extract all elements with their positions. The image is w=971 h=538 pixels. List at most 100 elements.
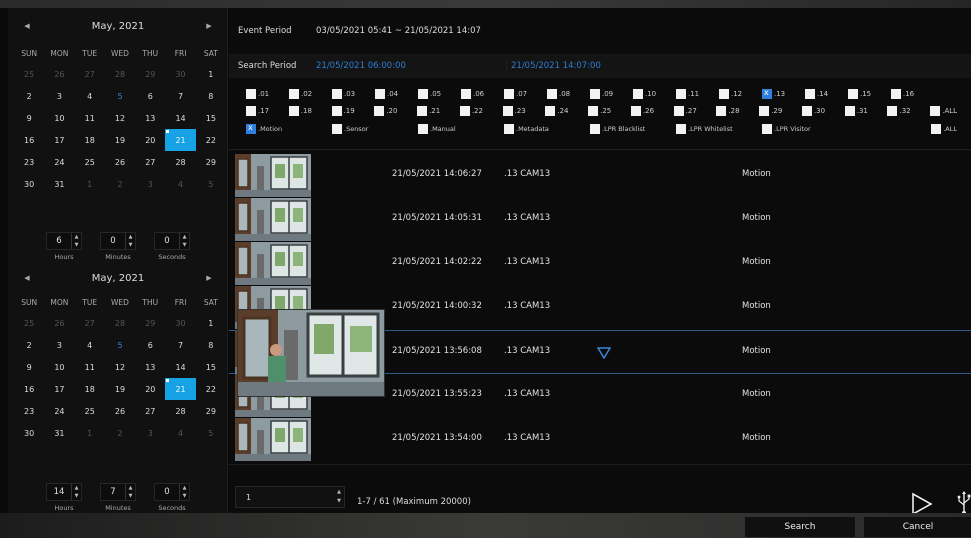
start-seconds-value[interactable]: 0 xyxy=(155,236,179,246)
calendar-day[interactable]: 5 xyxy=(105,85,135,107)
page-number-value[interactable]: 1 xyxy=(246,493,344,502)
calendar-day[interactable]: 29 xyxy=(196,151,226,173)
end-hours-value[interactable]: 14 xyxy=(47,487,71,497)
start-hours-spinner[interactable]: 6 ▲ ▼ Hours xyxy=(46,232,82,261)
camera-checkbox[interactable]: .16 xyxy=(891,88,934,99)
calendar-day[interactable]: 27 xyxy=(135,151,165,173)
calendar-day[interactable]: 25 xyxy=(14,63,44,85)
calendar-day[interactable]: 25 xyxy=(75,400,105,422)
calendar-day[interactable]: 14 xyxy=(165,356,195,378)
camera-checkbox[interactable]: .02 xyxy=(289,88,332,99)
calendar-day[interactable]: 1 xyxy=(75,422,105,444)
camera-checkbox[interactable]: .20 xyxy=(374,105,417,116)
calendar-day[interactable]: 5 xyxy=(196,173,226,195)
calendar-day[interactable]: 2 xyxy=(105,422,135,444)
end-hours-spinner[interactable]: 14 ▲ ▼ Hours xyxy=(46,483,82,512)
calendar-day[interactable]: 10 xyxy=(44,107,74,129)
camera-checkbox[interactable]: .23 xyxy=(502,105,546,116)
checkbox-icon[interactable] xyxy=(246,105,256,116)
search-period-end[interactable]: 21/05/2021 14:07:00 xyxy=(506,61,601,71)
calendar-day[interactable]: 13 xyxy=(135,107,165,129)
end-minutes-value[interactable]: 7 xyxy=(101,487,125,497)
calendar-day[interactable]: 4 xyxy=(165,173,195,195)
end-minutes-spinner[interactable]: 7 ▲ ▼ Minutes xyxy=(100,483,136,512)
calendar-day[interactable]: 22 xyxy=(196,129,226,151)
start-hours-value[interactable]: 6 xyxy=(47,236,71,246)
calendar-end-next-icon[interactable]: ▶ xyxy=(202,274,216,282)
calendar-day[interactable]: 15 xyxy=(196,356,226,378)
camera-checkbox[interactable]: .01 xyxy=(246,88,289,99)
calendar-day[interactable]: 3 xyxy=(44,334,74,356)
checkbox-icon[interactable] xyxy=(418,124,428,134)
spin-down-icon[interactable]: ▼ xyxy=(333,497,345,506)
calendar-day[interactable]: 19 xyxy=(105,378,135,400)
event-type-checkbox[interactable]: .LPR Visitor xyxy=(762,124,848,134)
spin-up-icon[interactable]: ▲ xyxy=(126,484,135,492)
calendar-day[interactable]: 2 xyxy=(14,334,44,356)
spin-up-icon[interactable]: ▲ xyxy=(72,484,81,492)
checkbox-icon[interactable] xyxy=(374,105,385,116)
calendar-day[interactable]: 1 xyxy=(196,63,226,85)
result-thumbnail[interactable] xyxy=(235,198,311,241)
calendar-day[interactable]: 28 xyxy=(165,151,195,173)
cancel-button[interactable]: Cancel xyxy=(864,517,971,537)
calendar-day[interactable]: 26 xyxy=(105,400,135,422)
checkbox-icon[interactable] xyxy=(762,124,772,134)
calendar-start-next-icon[interactable]: ▶ xyxy=(202,22,216,30)
camera-checkbox[interactable]: .25 xyxy=(588,105,631,116)
camera-checkbox[interactable]: .04 xyxy=(375,88,418,99)
camera-checkbox[interactable]: .08 xyxy=(547,88,590,99)
checkbox-icon[interactable] xyxy=(801,105,812,116)
camera-checkbox[interactable]: .30 xyxy=(801,105,845,116)
camera-checkbox[interactable]: .10 xyxy=(633,88,676,99)
camera-checkbox[interactable]: .13 xyxy=(762,88,805,99)
calendar-day[interactable]: 30 xyxy=(14,173,44,195)
event-type-checkbox[interactable]: .Metadata xyxy=(504,124,590,134)
calendar-day[interactable]: 24 xyxy=(44,400,74,422)
checkbox-icon[interactable] xyxy=(504,88,514,99)
result-thumbnail[interactable] xyxy=(235,242,311,285)
camera-checkbox[interactable]: .26 xyxy=(630,105,674,116)
result-thumbnail[interactable] xyxy=(235,154,311,197)
camera-checkbox[interactable]: .22 xyxy=(459,105,503,116)
calendar-day[interactable]: 17 xyxy=(44,129,74,151)
event-type-checkbox[interactable]: .Motion xyxy=(246,123,332,134)
calendar-day[interactable]: 29 xyxy=(135,63,165,85)
calendar-day[interactable]: 10 xyxy=(44,356,74,378)
spin-up-icon[interactable]: ▲ xyxy=(180,484,189,492)
checkbox-icon[interactable] xyxy=(805,88,815,99)
page-spinner[interactable]: ▲ ▼ xyxy=(333,486,345,508)
camera-checkbox[interactable]: .32 xyxy=(887,105,930,116)
calendar-day[interactable]: 2 xyxy=(105,173,135,195)
calendar-day[interactable]: 3 xyxy=(44,85,74,107)
camera-checkbox[interactable]: .06 xyxy=(461,88,504,99)
calendar-day[interactable]: 11 xyxy=(75,107,105,129)
calendar-day[interactable]: 23 xyxy=(14,400,44,422)
calendar-day[interactable]: 26 xyxy=(44,312,74,334)
calendar-day[interactable]: 7 xyxy=(165,85,195,107)
checkbox-icon[interactable] xyxy=(331,105,342,116)
calendar-day[interactable]: 14 xyxy=(165,107,195,129)
checkbox-icon[interactable] xyxy=(246,123,256,134)
calendar-day[interactable]: 26 xyxy=(105,151,135,173)
checkbox-icon[interactable] xyxy=(633,88,643,99)
calendar-day[interactable]: 6 xyxy=(135,334,165,356)
checkbox-icon[interactable] xyxy=(246,88,256,99)
checkbox-icon[interactable] xyxy=(848,88,858,99)
calendar-day[interactable]: 11 xyxy=(75,356,105,378)
spin-down-icon[interactable]: ▼ xyxy=(72,492,81,500)
calendar-day[interactable]: 28 xyxy=(165,400,195,422)
calendar-day[interactable]: 15 xyxy=(196,107,226,129)
calendar-day[interactable]: 1 xyxy=(196,312,226,334)
calendar-day[interactable]: 6 xyxy=(135,85,165,107)
start-seconds-spinner[interactable]: 0 ▲ ▼ Seconds xyxy=(154,232,190,261)
calendar-day[interactable]: 12 xyxy=(105,356,135,378)
camera-checkbox[interactable]: .03 xyxy=(332,88,375,99)
camera-checkbox[interactable]: .14 xyxy=(805,88,848,99)
spin-up-icon[interactable]: ▲ xyxy=(72,233,81,241)
camera-checkbox[interactable]: .31 xyxy=(844,105,888,116)
calendar-day[interactable]: 27 xyxy=(135,400,165,422)
checkbox-icon[interactable] xyxy=(931,124,942,134)
calendar-day[interactable]: 4 xyxy=(75,85,105,107)
calendar-day[interactable]: 5 xyxy=(105,334,135,356)
